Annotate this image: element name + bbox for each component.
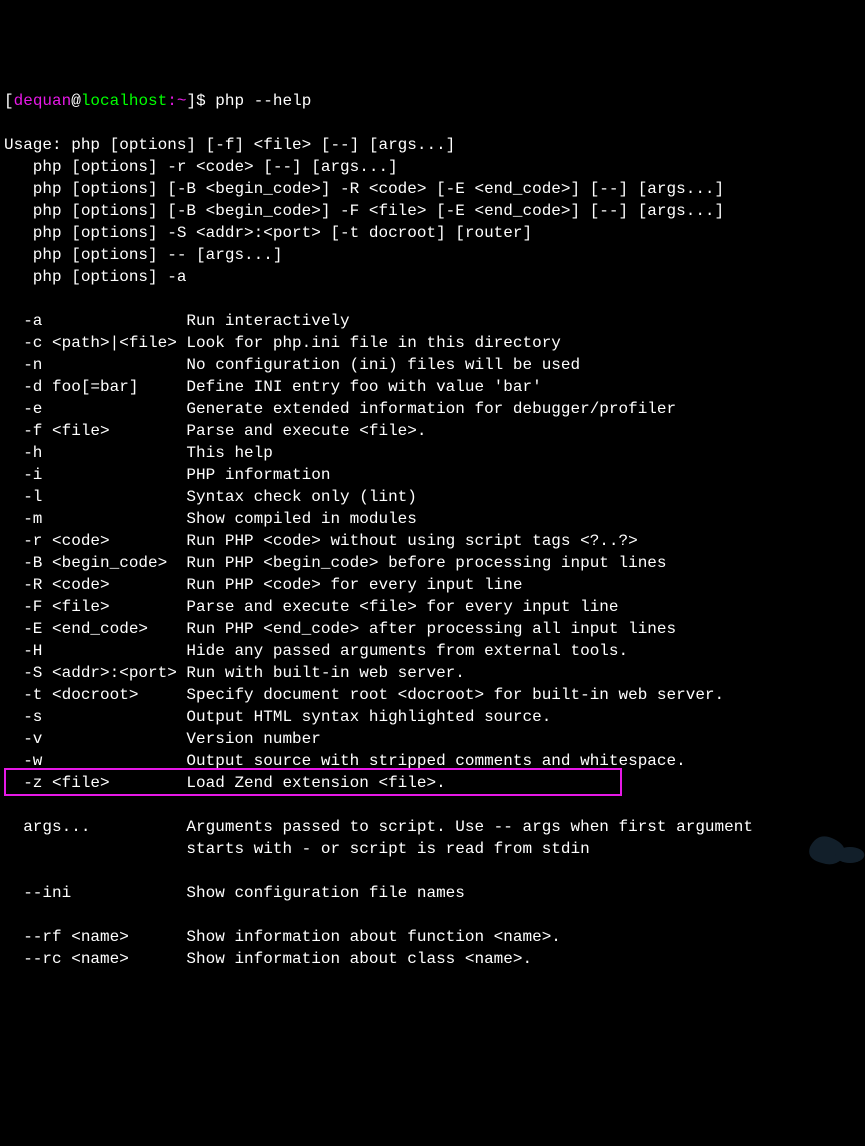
- output-line: -h This help: [4, 444, 273, 462]
- output-line-highlighted: --ini Show configuration file names: [4, 884, 465, 902]
- output-line: -r <code> Run PHP <code> without using s…: [4, 532, 638, 550]
- output-line: -B <begin_code> Run PHP <begin_code> bef…: [4, 554, 667, 572]
- output-line: -E <end_code> Run PHP <end_code> after p…: [4, 620, 676, 638]
- prompt-bracket-close: ]: [186, 92, 196, 110]
- output-line: php [options] -a: [4, 268, 186, 286]
- output-line: -z <file> Load Zend extension <file>.: [4, 774, 446, 792]
- prompt-user: dequan: [14, 92, 72, 110]
- output-line: starts with - or script is read from std…: [4, 840, 590, 858]
- output-line: args... Arguments passed to script. Use …: [4, 818, 753, 836]
- output-line: -d foo[=bar] Define INI entry foo with v…: [4, 378, 542, 396]
- output-line: php [options] -r <code> [--] [args...]: [4, 158, 398, 176]
- prompt-dollar: $: [196, 92, 215, 110]
- output-line: -i PHP information: [4, 466, 330, 484]
- output-line: -a Run interactively: [4, 312, 350, 330]
- output-line: php [options] [-B <begin_code>] -F <file…: [4, 202, 724, 220]
- output-line: -v Version number: [4, 730, 321, 748]
- prompt-colon: :: [167, 92, 177, 110]
- output-line: -t <docroot> Specify document root <docr…: [4, 686, 724, 704]
- prompt-at: @: [71, 92, 81, 110]
- prompt-bracket-open: [: [4, 92, 14, 110]
- output-line: --rc <name> Show information about class…: [4, 950, 532, 968]
- output-line: -c <path>|<file> Look for php.ini file i…: [4, 334, 561, 352]
- prompt-host: localhost: [81, 92, 167, 110]
- output-line: -H Hide any passed arguments from extern…: [4, 642, 628, 660]
- output-line: -s Output HTML syntax highlighted source…: [4, 708, 551, 726]
- output-line: -e Generate extended information for deb…: [4, 400, 676, 418]
- command-input[interactable]: php --help: [215, 92, 311, 110]
- output-line: -S <addr>:<port> Run with built-in web s…: [4, 664, 465, 682]
- watermark-logo: [775, 800, 855, 850]
- output-line: -n No configuration (ini) files will be …: [4, 356, 580, 374]
- output-line: -F <file> Parse and execute <file> for e…: [4, 598, 619, 616]
- output-line: --rf <name> Show information about funct…: [4, 928, 561, 946]
- output-line: php [options] -S <addr>:<port> [-t docro…: [4, 224, 532, 242]
- output-line: -f <file> Parse and execute <file>.: [4, 422, 426, 440]
- output-line: -l Syntax check only (lint): [4, 488, 417, 506]
- output-line: Usage: php [options] [-f] <file> [--] [a…: [4, 136, 455, 154]
- output-line: php [options] [-B <begin_code>] -R <code…: [4, 180, 724, 198]
- output-line: -R <code> Run PHP <code> for every input…: [4, 576, 522, 594]
- output-line: php [options] -- [args...]: [4, 246, 282, 264]
- output-line: -m Show compiled in modules: [4, 510, 417, 528]
- terminal-prompt-line: [dequan@localhost:~]$ php --help: [4, 90, 861, 112]
- output-line: -w Output source with stripped comments …: [4, 752, 686, 770]
